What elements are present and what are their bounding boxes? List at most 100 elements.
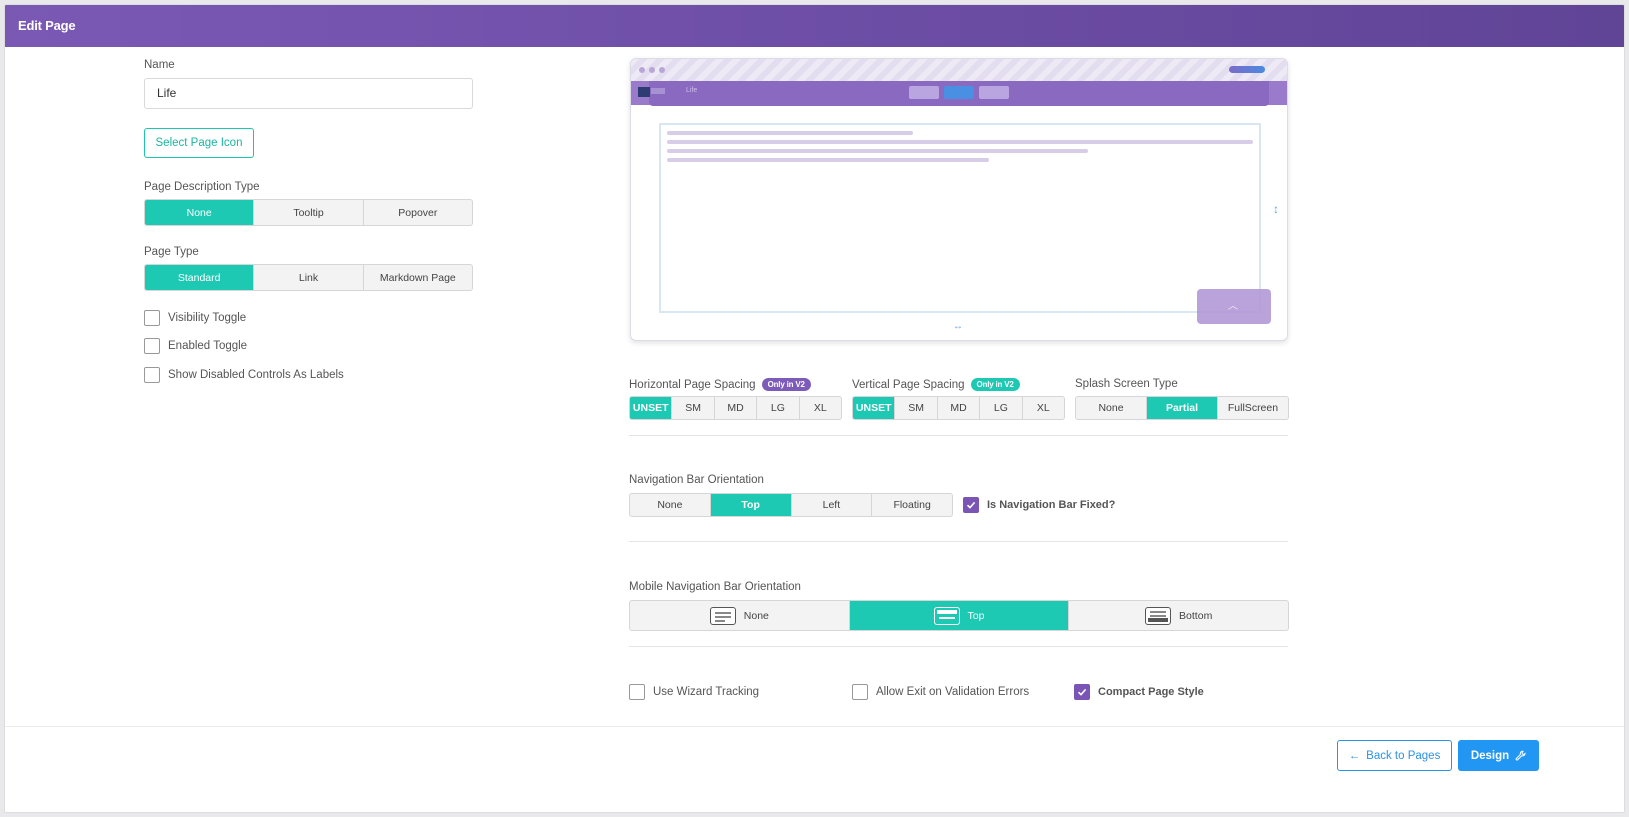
select-page-icon-button[interactable]: Select Page Icon [144, 128, 254, 158]
wizard-tracking-checkbox[interactable] [629, 684, 645, 700]
show-disabled-labels-row[interactable]: Show Disabled Controls As Labels [144, 367, 344, 383]
name-label: Name [144, 59, 175, 71]
mobile-nav-top-label: Top [967, 609, 985, 622]
preview-dot [659, 67, 665, 73]
description-type-selector: None Tooltip Popover [144, 199, 473, 226]
nav-orientation-top[interactable]: Top [710, 494, 792, 516]
preview-text-line [667, 149, 1088, 153]
nav-orientation-selector: None Top Left Floating [629, 493, 953, 517]
vertical-spacing-selector: UNSET SM MD LG XL [852, 396, 1065, 420]
mobile-nav-top[interactable]: Top [849, 601, 1070, 630]
section-divider [629, 541, 1288, 542]
vertical-resize-icon[interactable]: ↕ [1273, 202, 1279, 216]
horizontal-spacing-lg[interactable]: LG [757, 397, 800, 419]
nav-orientation-label: Navigation Bar Orientation [629, 474, 764, 486]
horizontal-resize-icon[interactable]: ↔ [953, 321, 963, 332]
page-type-link[interactable]: Link [254, 265, 364, 290]
page-type-selector: Standard Link Markdown Page [144, 264, 473, 291]
enabled-toggle-label: Enabled Toggle [168, 340, 248, 352]
arrow-left-icon: ← [1348, 749, 1361, 762]
nav-fixed-checkbox[interactable] [963, 497, 979, 513]
layout-top-nav-icon [933, 606, 960, 625]
mobile-nav-bottom-label: Bottom [1179, 609, 1213, 622]
mobile-nav-bottom[interactable]: Bottom [1069, 601, 1288, 630]
horizontal-spacing-unset[interactable]: UNSET [630, 397, 673, 419]
compact-style-label: Compact Page Style [1098, 686, 1204, 698]
name-input[interactable]: Life [144, 78, 473, 109]
splash-type-fullscreen[interactable]: FullScreen [1218, 397, 1288, 419]
page-type-standard[interactable]: Standard [145, 265, 255, 290]
page-type-markdown[interactable]: Markdown Page [364, 265, 472, 290]
preview-text-line [667, 158, 989, 162]
design-label: Design [1470, 749, 1510, 762]
vertical-spacing-label: Vertical Page Spacing Only in V2 [852, 378, 1020, 391]
nav-orientation-none[interactable]: None [630, 494, 711, 516]
show-disabled-labels-checkbox[interactable] [144, 367, 160, 383]
mobile-nav-label: Mobile Navigation Bar Orientation [629, 581, 801, 593]
modal-title: Edit Page [18, 18, 76, 33]
chevron-up-icon: ︿ [1228, 301, 1238, 312]
vertical-spacing-xl[interactable]: XL [1023, 397, 1064, 419]
horizontal-spacing-label: Horizontal Page Spacing Only in V2 [629, 378, 811, 391]
splash-type-none[interactable]: None [1076, 397, 1147, 419]
back-to-pages-button[interactable]: ← Back to Pages [1337, 740, 1452, 771]
mobile-nav-selector: None Top Bottom [629, 600, 1289, 631]
allow-exit-label: Allow Exit on Validation Errors [876, 686, 1030, 698]
visibility-toggle-checkbox[interactable] [144, 310, 160, 326]
back-to-pages-label: Back to Pages [1366, 749, 1441, 762]
allow-exit-row[interactable]: Allow Exit on Validation Errors [852, 684, 1029, 700]
preview-browser-bar [631, 59, 1287, 81]
preview-logo-icon [638, 87, 650, 97]
splash-type-selector: None Partial FullScreen [1075, 396, 1289, 420]
enabled-toggle-checkbox[interactable] [144, 338, 160, 354]
horizontal-spacing-md[interactable]: MD [715, 397, 758, 419]
horizontal-spacing-sm[interactable]: SM [672, 397, 715, 419]
preview-nav-button-active [944, 86, 974, 99]
page-preview: Life ︿ ↕ ↔ [630, 58, 1288, 341]
mobile-nav-none[interactable]: None [630, 601, 850, 630]
preview-floating-button: ︿ [1197, 289, 1271, 324]
splash-type-partial[interactable]: Partial [1147, 397, 1218, 419]
footer-divider [5, 726, 1624, 727]
wizard-tracking-label: Use Wizard Tracking [653, 686, 760, 698]
nav-fixed-label: Is Navigation Bar Fixed? [987, 499, 1116, 511]
description-type-label: Page Description Type [144, 181, 260, 193]
vertical-spacing-lg[interactable]: LG [980, 397, 1023, 419]
check-icon [1077, 688, 1087, 696]
compact-style-row[interactable]: Compact Page Style [1074, 684, 1204, 700]
nav-fixed-row[interactable]: Is Navigation Bar Fixed? [963, 497, 1115, 513]
vertical-spacing-unset[interactable]: UNSET [853, 397, 896, 419]
check-icon [966, 501, 976, 509]
description-type-none[interactable]: None [145, 200, 255, 225]
horizontal-spacing-v2-badge: Only in V2 [761, 378, 811, 391]
layout-bottom-nav-icon [1145, 606, 1172, 625]
enabled-toggle-row[interactable]: Enabled Toggle [144, 338, 247, 354]
nav-orientation-left[interactable]: Left [792, 494, 873, 516]
show-disabled-labels-label: Show Disabled Controls As Labels [168, 369, 344, 381]
compact-style-checkbox[interactable] [1074, 684, 1090, 700]
allow-exit-checkbox[interactable] [852, 684, 868, 700]
vertical-spacing-md[interactable]: MD [938, 397, 981, 419]
preview-nav-button [909, 86, 939, 99]
section-divider [629, 646, 1288, 647]
visibility-toggle-row[interactable]: Visibility Toggle [144, 310, 246, 326]
nav-orientation-floating[interactable]: Floating [872, 494, 952, 516]
design-button[interactable]: Design [1458, 740, 1539, 771]
modal-header: Edit Page [5, 5, 1624, 47]
preview-text-line [667, 140, 1253, 144]
preview-text-line [667, 131, 913, 135]
preview-bar-indicator [1229, 66, 1265, 73]
description-type-tooltip[interactable]: Tooltip [254, 200, 364, 225]
preview-dot [639, 67, 645, 73]
preview-dot [649, 67, 655, 73]
preview-content-area [659, 123, 1261, 313]
preview-page-title: Life [686, 87, 698, 94]
visibility-toggle-label: Visibility Toggle [168, 312, 247, 324]
vertical-spacing-sm[interactable]: SM [895, 397, 938, 419]
preview-logo-text [651, 88, 665, 94]
horizontal-spacing-xl[interactable]: XL [800, 397, 841, 419]
wizard-tracking-row[interactable]: Use Wizard Tracking [629, 684, 759, 700]
description-type-popover[interactable]: Popover [364, 200, 472, 225]
layout-none-icon [709, 606, 736, 625]
horizontal-spacing-label-text: Horizontal Page Spacing [629, 379, 756, 391]
